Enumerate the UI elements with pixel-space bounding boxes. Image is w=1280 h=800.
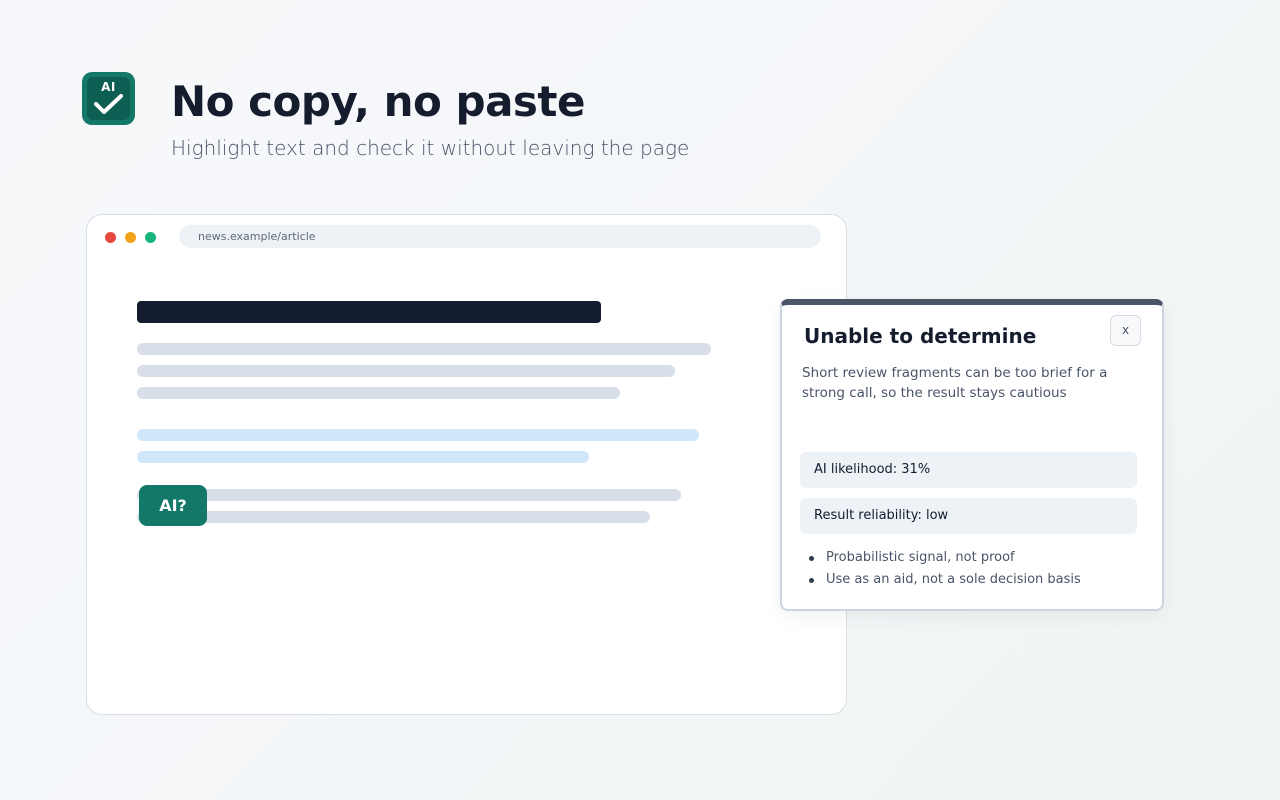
highlighted-text-line[interactable] bbox=[137, 451, 589, 463]
note-text: Use as an aid, not a sole decision basis bbox=[826, 572, 1081, 587]
ai-check-button[interactable]: AI? bbox=[139, 485, 207, 526]
close-button[interactable]: x bbox=[1110, 315, 1141, 346]
note-item: Use as an aid, not a sole decision basis bbox=[808, 569, 1081, 591]
article-headline-placeholder bbox=[137, 301, 601, 323]
article-text-line bbox=[137, 511, 650, 523]
browser-window: news.example/article AI? bbox=[86, 214, 847, 715]
note-item: Probabilistic signal, not proof bbox=[808, 547, 1081, 569]
result-reliability-stat: Result reliability: low bbox=[800, 498, 1137, 534]
note-text: Probabilistic signal, not proof bbox=[826, 550, 1015, 565]
bullet-icon bbox=[809, 556, 814, 561]
window-close-dot[interactable] bbox=[105, 232, 116, 243]
app-logo-text: AI bbox=[101, 80, 116, 94]
bullet-icon bbox=[809, 578, 814, 583]
article-text-line bbox=[137, 489, 681, 501]
highlighted-text-line[interactable] bbox=[137, 429, 699, 441]
checkmark-icon bbox=[94, 94, 123, 114]
app-logo: AI bbox=[82, 72, 135, 125]
ai-likelihood-stat: AI likelihood: 31% bbox=[800, 452, 1137, 488]
app-logo-badge: AI bbox=[87, 77, 130, 120]
page-subtitle: Highlight text and check it without leav… bbox=[171, 136, 690, 160]
url-bar[interactable]: news.example/article bbox=[179, 225, 821, 248]
result-popup: Unable to determine x Short review fragm… bbox=[780, 299, 1164, 611]
notes-list: Probabilistic signal, not proof Use as a… bbox=[808, 547, 1081, 591]
page-title: No copy, no paste bbox=[171, 77, 585, 126]
window-minimize-dot[interactable] bbox=[125, 232, 136, 243]
result-title: Unable to determine bbox=[804, 324, 1037, 348]
article-text-line bbox=[137, 343, 711, 355]
result-description: Short review fragments can be too brief … bbox=[802, 365, 1108, 401]
article-text-line bbox=[137, 387, 620, 399]
window-maximize-dot[interactable] bbox=[145, 232, 156, 243]
article-text-line bbox=[137, 365, 675, 377]
